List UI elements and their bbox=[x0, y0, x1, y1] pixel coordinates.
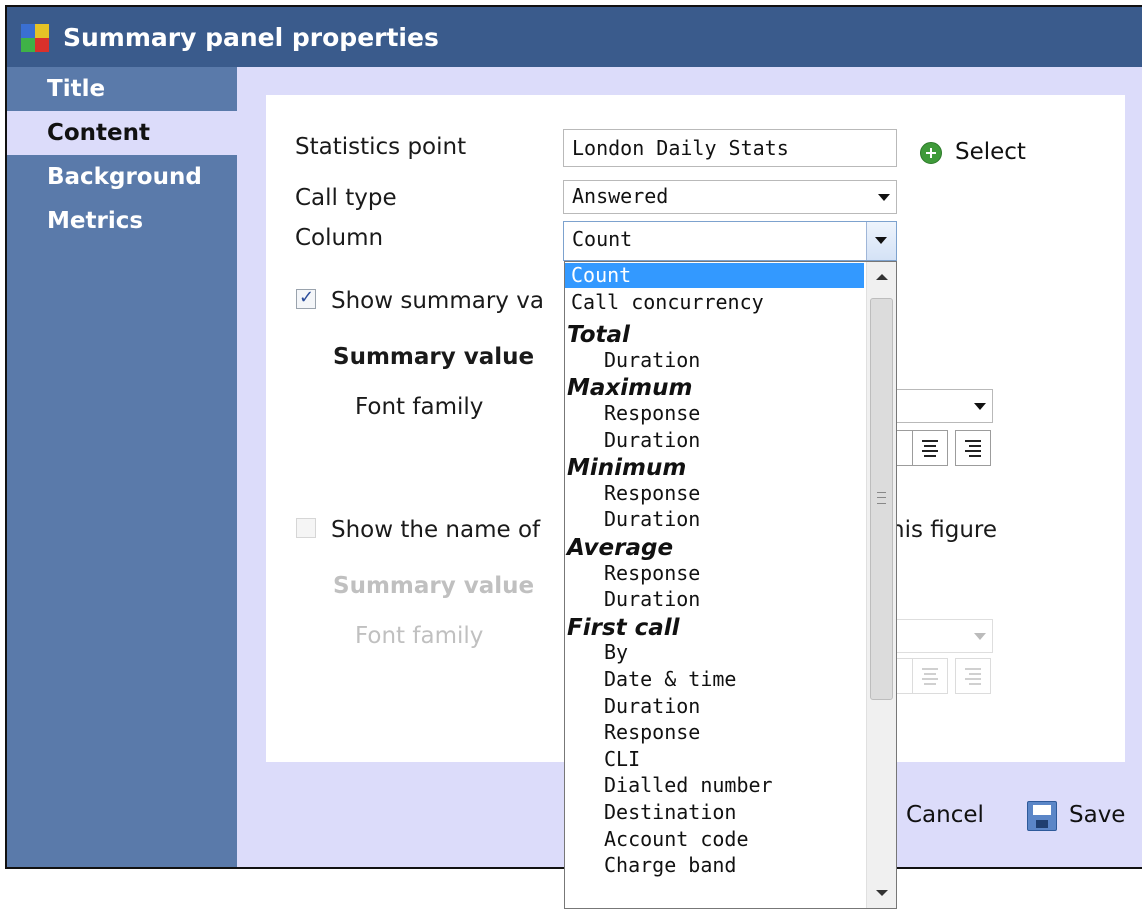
plus-circle-icon bbox=[920, 142, 942, 164]
dropdown-option[interactable]: Duration bbox=[565, 348, 700, 373]
font-family-dim-label: Font family bbox=[355, 623, 484, 649]
sidebar-item-title[interactable]: Title bbox=[5, 67, 237, 111]
sidebar: Title Content Background Metrics bbox=[5, 67, 237, 869]
dropdown-option[interactable]: Duration bbox=[565, 694, 700, 719]
align-center-dim-button[interactable] bbox=[912, 658, 948, 694]
sidebar-item-content[interactable]: Content bbox=[5, 111, 237, 155]
dropdown-option[interactable]: Response bbox=[565, 561, 700, 586]
dropdown-option[interactable]: By bbox=[565, 640, 628, 665]
chevron-down-icon bbox=[878, 194, 890, 201]
statistics-point-input[interactable]: London Daily Stats bbox=[563, 129, 897, 167]
font-family-select[interactable] bbox=[892, 389, 993, 423]
dropdown-option[interactable]: Date & time bbox=[565, 667, 736, 692]
dropdown-group-label: Minimum bbox=[567, 455, 687, 482]
floppy-disk-icon bbox=[1027, 801, 1057, 831]
chevron-down-icon bbox=[875, 237, 887, 244]
dropdown-option[interactable]: Duration bbox=[565, 428, 700, 453]
save-button[interactable]: Save bbox=[1027, 801, 1137, 833]
dropdown-option[interactable]: Call concurrency bbox=[565, 290, 764, 315]
dropdown-option-selected[interactable]: Count bbox=[565, 263, 864, 288]
show-name-checkbox[interactable] bbox=[296, 518, 316, 538]
column-select[interactable]: Count bbox=[563, 221, 897, 261]
sidebar-item-metrics[interactable]: Metrics bbox=[5, 199, 237, 243]
column-dropdown-button[interactable] bbox=[866, 222, 896, 260]
column-dropdown-list[interactable]: Count Call concurrency Total Duration Maximu… bbox=[564, 261, 897, 909]
dropdown-option[interactable]: Account code bbox=[565, 827, 749, 852]
scroll-thumb[interactable] bbox=[870, 298, 893, 700]
call-type-select[interactable]: Answered bbox=[563, 180, 897, 214]
dropdown-option[interactable]: Charge band bbox=[565, 853, 736, 878]
call-type-label: Call type bbox=[295, 185, 397, 211]
column-value: Count bbox=[572, 227, 633, 251]
dropdown-option[interactable]: CLI bbox=[565, 747, 640, 772]
cancel-button[interactable]: Cancel bbox=[906, 802, 984, 828]
dropdown-option[interactable]: Dialled number bbox=[565, 773, 773, 798]
chevron-down-icon bbox=[974, 633, 986, 640]
title-bar: Summary panel properties bbox=[5, 5, 1142, 67]
summary-value-heading: Summary value bbox=[333, 344, 535, 370]
dropdown-option[interactable]: Duration bbox=[565, 507, 700, 532]
save-button-label: Save bbox=[1069, 802, 1126, 828]
dropdown-option[interactable]: Destination bbox=[565, 800, 736, 825]
show-name-label: Show the name of bbox=[331, 517, 541, 543]
dropdown-option[interactable]: Response bbox=[565, 481, 700, 506]
show-summary-checkbox[interactable]: ✓ bbox=[296, 287, 316, 309]
font-family-label: Font family bbox=[355, 394, 484, 420]
show-name-label-tail: his figure bbox=[890, 517, 998, 543]
chevron-down-icon bbox=[974, 403, 986, 410]
align-right-button[interactable] bbox=[955, 430, 991, 466]
checkmark-icon: ✓ bbox=[299, 287, 315, 308]
dropdown-group-label: Maximum bbox=[567, 375, 693, 402]
call-type-value: Answered bbox=[572, 184, 669, 208]
app-grid-icon bbox=[21, 24, 49, 52]
font-family-dim-select[interactable] bbox=[892, 619, 993, 653]
sidebar-item-background[interactable]: Background bbox=[5, 155, 237, 199]
dropdown-group-label: Total bbox=[567, 322, 630, 349]
grip-icon bbox=[877, 492, 886, 504]
summary-value-dim-heading: Summary value bbox=[333, 573, 535, 599]
align-center-button[interactable] bbox=[912, 430, 948, 466]
dropdown-option[interactable]: Response bbox=[565, 720, 700, 745]
align-right-dim-button[interactable] bbox=[955, 658, 991, 694]
statistics-point-label: Statistics point bbox=[295, 134, 467, 160]
dropdown-option[interactable]: Response bbox=[565, 401, 700, 426]
dropdown-group-label: First call bbox=[567, 614, 680, 641]
scroll-up-arrow-icon[interactable] bbox=[867, 262, 896, 292]
scroll-down-arrow-icon[interactable] bbox=[867, 878, 896, 908]
window-title: Summary panel properties bbox=[63, 23, 439, 52]
dropdown-scrollbar[interactable] bbox=[866, 262, 896, 908]
dropdown-option[interactable]: Duration bbox=[565, 587, 700, 612]
select-button-label: Select bbox=[955, 139, 1026, 165]
dropdown-group-label: Average bbox=[567, 535, 674, 561]
column-label: Column bbox=[295, 225, 384, 251]
show-summary-label: Show summary va bbox=[331, 288, 544, 314]
